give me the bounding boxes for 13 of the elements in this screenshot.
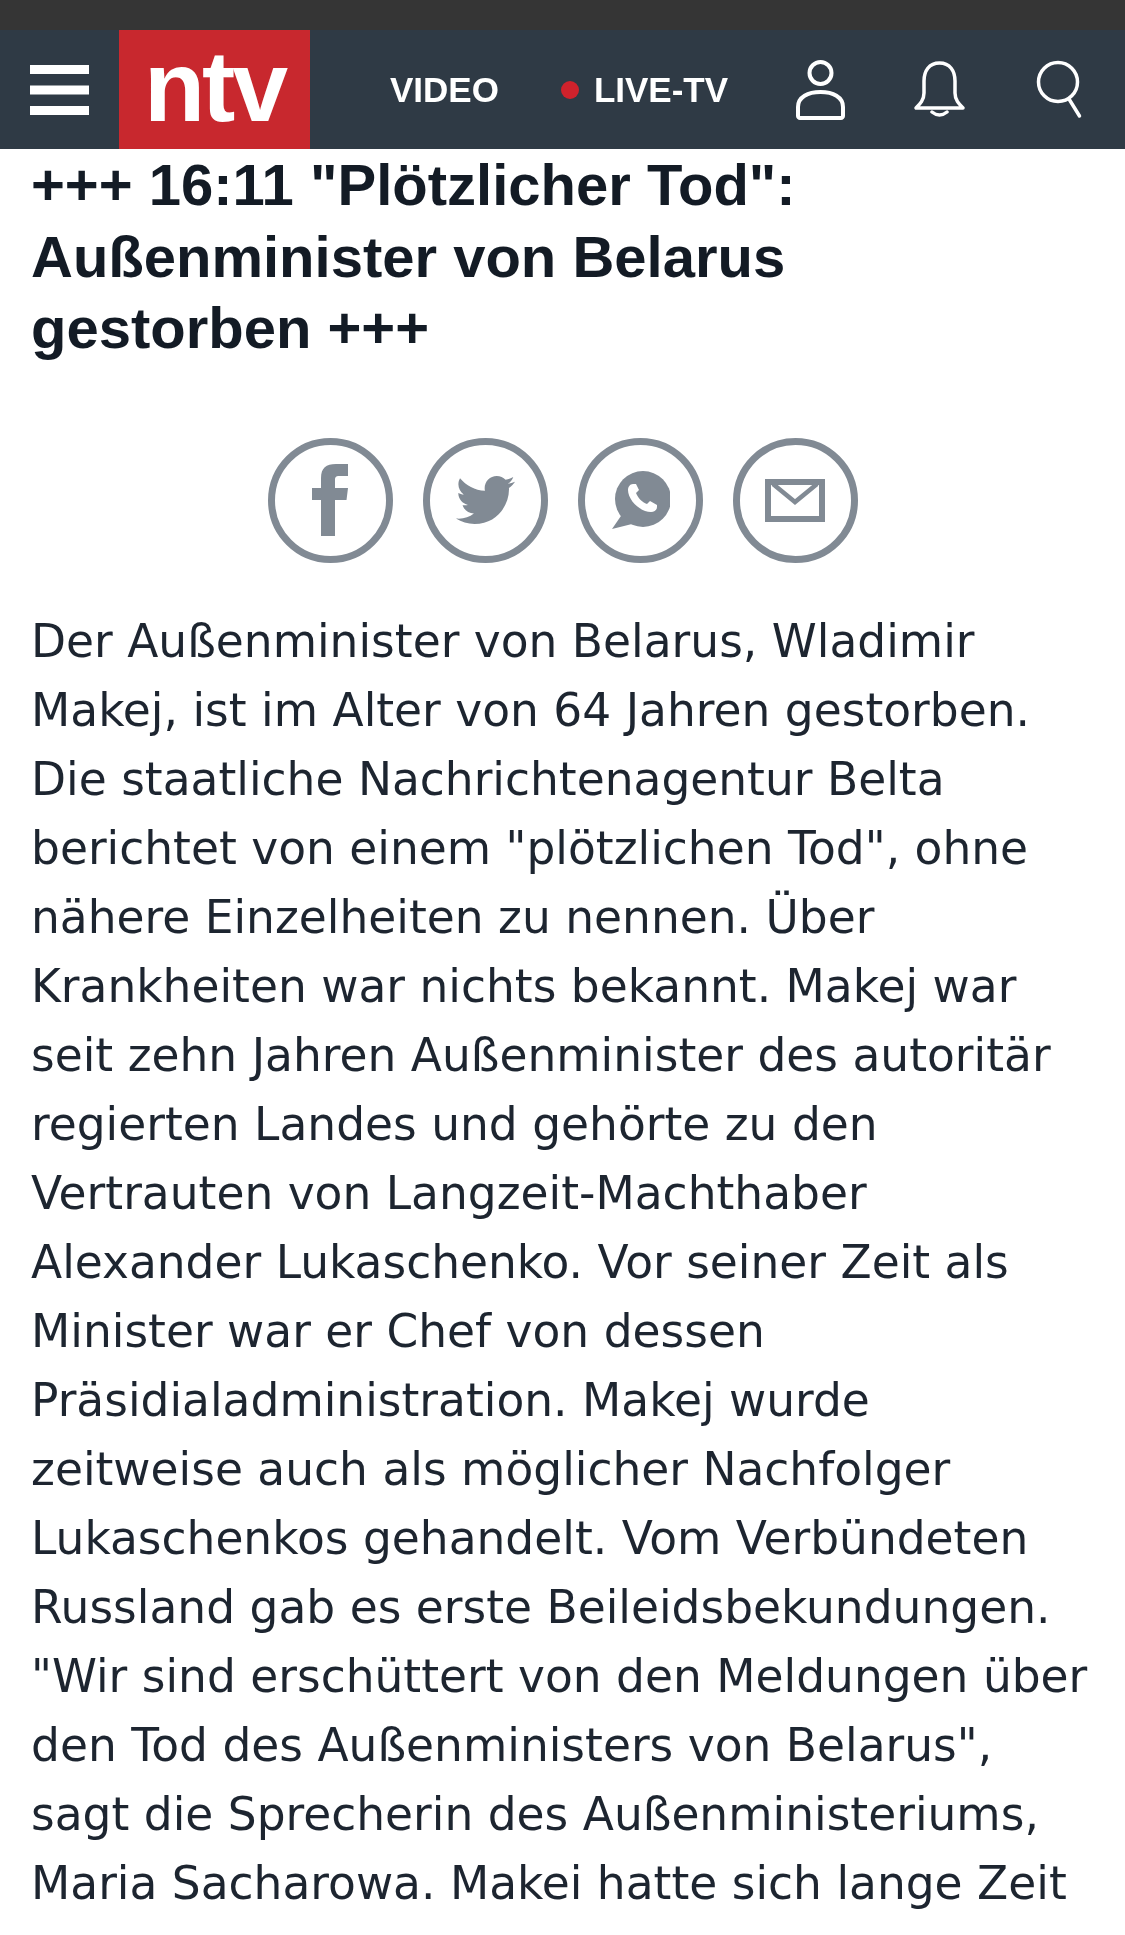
logo[interactable]: ntv [119, 30, 310, 149]
facebook-icon [312, 464, 348, 536]
nav-link[interactable]: VIDEO [390, 72, 499, 107]
article-paragraph: Der Außenminister von Belarus, Wladimir Makej, ist im Alter von 64 Jahren gestorben. Die staatliche Nachrichtenagentur Belta berichtet von einem "plötzlichen Tod", ohne nähere Einzelheiten zu nennen. Über Krankheiten war nichts bekannt. Makej war seit zehn Jahren Außenminister des autoritär regierten Landes und gehörte zu den Vertrauten von Langzeit-Machthaber Alexander Lukaschenko. Vor seiner Zeit als Minister war er Chef von dessen Präsidialadministration. Makej wurde zeitweise auch als möglicher Nachfolger Lukaschenkos gehandelt. Vom Verbündeten Russland gab es erste Beileidsbekundungen. "Wir sind erschüttert von den Meldungen über den Tod des Außenministers von Belarus", sagt die Sprecherin des Außenministeriums, Maria Sacharowa. Makei hatte sich lange Zeit [31, 613, 1089, 1912]
search-icon[interactable] [1036, 60, 1083, 119]
phone-bubble-icon [610, 470, 670, 530]
menu-icon[interactable] [30, 64, 89, 115]
headline: +++ 16:11 "Plötzlicher Tod": Außenminister von Belarus gestorben +++ [31, 151, 797, 362]
bird-icon [455, 476, 515, 524]
envelope-icon [765, 478, 825, 522]
nav-link[interactable]: LIVE-TV [560, 72, 729, 107]
user-icon[interactable] [796, 59, 846, 120]
bell-icon[interactable] [913, 60, 967, 119]
